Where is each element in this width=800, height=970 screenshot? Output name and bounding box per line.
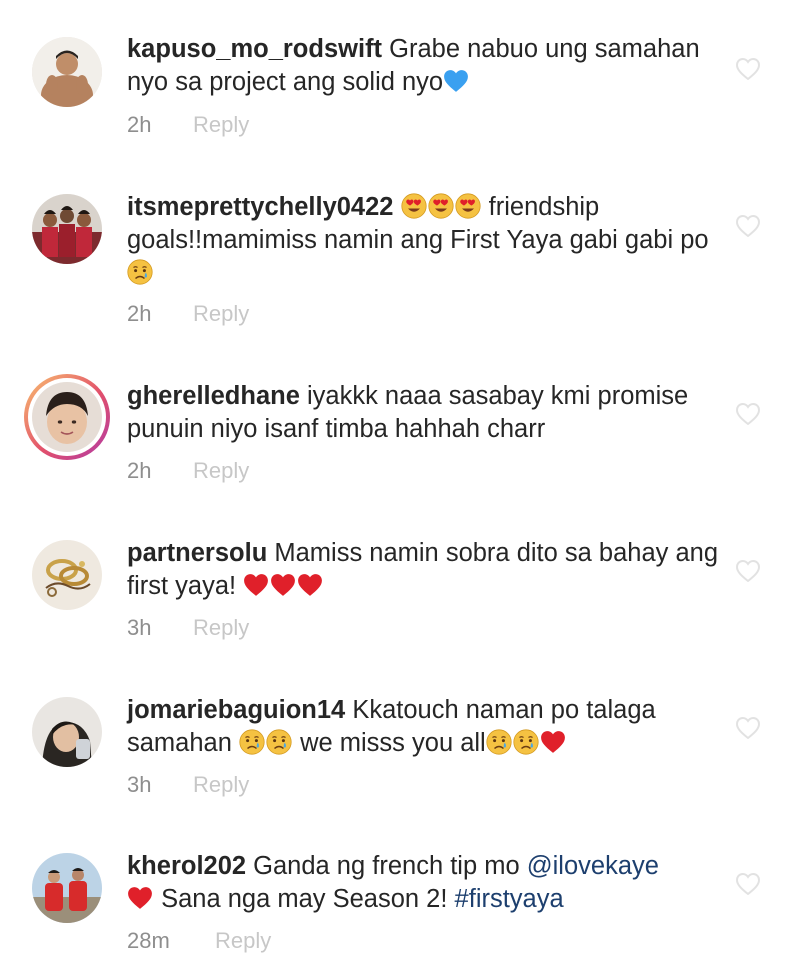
comment-body: kherol202 Ganda ng french tip mo @ilovek… (127, 850, 727, 916)
heart-outline-icon[interactable] (736, 717, 760, 739)
comment-meta: 3h Reply (127, 772, 249, 798)
reply-button[interactable]: Reply (215, 928, 271, 954)
comment-meta: 2h Reply (127, 301, 249, 327)
blue-heart-emoji-icon (443, 68, 469, 94)
heart-outline-icon[interactable] (736, 873, 760, 895)
heart-outline-icon[interactable] (736, 58, 760, 80)
hashtag-link[interactable]: #firstyaya (455, 885, 564, 913)
comment-timestamp: 2h (127, 458, 152, 483)
heart-outline-icon[interactable] (736, 560, 760, 582)
avatar[interactable] (32, 697, 102, 767)
comment-body: partnersolu Mamiss namin sobra dito sa b… (127, 537, 727, 603)
comment-text: Ganda ng french tip mo (246, 852, 527, 880)
comment-timestamp: 3h (127, 772, 152, 797)
avatar[interactable] (32, 194, 102, 264)
red-heart-emoji-icon (297, 572, 323, 598)
heart-outline-icon[interactable] (736, 215, 760, 237)
comment-username[interactable]: gherelledhane (127, 382, 300, 410)
comment-body: itsmeprettychelly0422 friendship goals!!… (127, 191, 727, 290)
crying-face-emoji-icon (486, 729, 512, 755)
avatar-with-story-ring[interactable] (24, 374, 110, 460)
red-heart-emoji-icon (127, 885, 153, 911)
comment-username[interactable]: itsmeprettychelly0422 (127, 193, 393, 221)
comment-body: gherelledhane iyakkk naaa sasabay kmi pr… (127, 380, 727, 446)
red-heart-emoji-icon (270, 572, 296, 598)
comment-username[interactable]: partnersolu (127, 539, 267, 567)
comment-meta: 2h Reply (127, 458, 249, 484)
heart-eyes-emoji-icon (401, 193, 427, 219)
comment-meta: 3h Reply (127, 615, 249, 641)
reply-button[interactable]: Reply (193, 458, 249, 484)
comment-meta: 2h Reply (127, 112, 249, 138)
comment-body: kapuso_mo_rodswift Grabe nabuo ung samah… (127, 33, 727, 99)
crying-face-emoji-icon (266, 729, 292, 755)
comment-text-continued: Sana nga may Season 2! (154, 885, 455, 913)
comment-username[interactable]: kapuso_mo_rodswift (127, 35, 382, 63)
comment-timestamp: 2h (127, 112, 152, 137)
heart-eyes-emoji-icon (428, 193, 454, 219)
crying-face-emoji-icon (513, 729, 539, 755)
avatar[interactable] (32, 540, 102, 610)
comment-username[interactable]: jomariebaguion14 (127, 696, 345, 724)
mention-link[interactable]: @ilovekaye (527, 852, 659, 880)
comment-timestamp: 3h (127, 615, 152, 640)
reply-button[interactable]: Reply (193, 772, 249, 798)
reply-button[interactable]: Reply (193, 301, 249, 327)
heart-outline-icon[interactable] (736, 403, 760, 425)
comment-timestamp: 2h (127, 301, 152, 326)
reply-button[interactable]: Reply (193, 615, 249, 641)
comment-username[interactable]: kherol202 (127, 852, 246, 880)
avatar[interactable] (32, 853, 102, 923)
comment-body: jomariebaguion14 Kkatouch naman po talag… (127, 694, 727, 760)
comments-list: kapuso_mo_rodswift Grabe nabuo ung samah… (0, 0, 800, 970)
comment-meta: 28m Reply (127, 928, 271, 954)
crying-face-emoji-icon (127, 259, 153, 285)
crying-face-emoji-icon (239, 729, 265, 755)
avatar[interactable] (32, 37, 102, 107)
reply-button[interactable]: Reply (193, 112, 249, 138)
comment-timestamp: 28m (127, 928, 170, 953)
heart-eyes-emoji-icon (455, 193, 481, 219)
comment-text-continued: we misss you all (293, 729, 486, 757)
red-heart-emoji-icon (243, 572, 269, 598)
red-heart-emoji-icon (540, 729, 566, 755)
